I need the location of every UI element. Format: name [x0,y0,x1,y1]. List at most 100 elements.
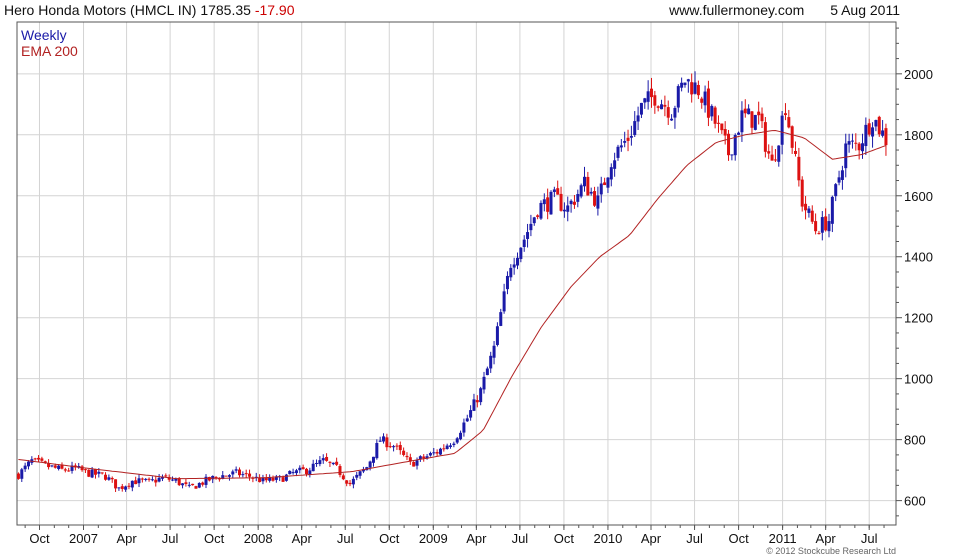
candle-body [241,474,245,476]
candle-body [194,486,198,489]
candle-body [177,478,181,486]
candle-body [740,110,744,133]
candle [26,459,30,470]
candle-body [107,477,111,480]
candle [137,474,141,488]
candle-body [824,216,828,231]
candle-body [415,460,419,466]
candle-body [485,368,489,376]
candle-body [358,471,362,476]
candle [767,144,771,159]
x-tick-label: 2010 [593,531,622,546]
x-tick-label: Apr [116,531,137,546]
x-tick-label: 2007 [69,531,98,546]
candle [150,476,154,482]
candle-body [492,345,496,358]
x-tick-label: Jul [512,531,529,546]
candle-body [398,445,402,451]
candle [298,465,302,474]
candle [589,187,593,196]
candle [790,125,794,154]
x-tick-label: Oct [29,531,50,546]
candle-body [713,107,717,124]
candle-body [750,111,754,128]
x-tick-label: 2008 [244,531,273,546]
candle-body [596,195,600,209]
candle [164,473,168,478]
candle [499,308,503,327]
candle [284,473,288,482]
candle-body [706,88,710,118]
candle [603,177,607,186]
candle [559,186,563,212]
candle [472,393,476,412]
candle [797,147,801,187]
candle [663,95,667,117]
candle [251,476,255,483]
candle [83,468,87,474]
candle [556,180,560,195]
candle [653,90,657,114]
candle-body [516,257,520,266]
grid [17,22,896,525]
candle [881,120,885,138]
candle-body [144,478,148,480]
candle-body [187,484,191,486]
candle [445,443,449,450]
candle-body [844,143,848,169]
candle [104,472,108,481]
candle-body [137,478,141,484]
candle-body [837,177,841,183]
candle [117,487,121,491]
candle [512,257,516,275]
candle [693,71,697,95]
candle [130,480,134,492]
ema-200-line [18,129,887,480]
candle-body [579,185,583,197]
candle [613,152,617,177]
candle-body [181,483,185,486]
candle [355,471,359,481]
candle-body [63,469,67,471]
candle [566,196,570,222]
candle [599,176,603,203]
candle [33,457,37,461]
candle [690,73,694,103]
candle-body [388,446,392,448]
candle-body [184,482,188,484]
candle [562,202,566,218]
candle-body [140,478,144,480]
candle-body [656,106,660,108]
candle-body [639,102,643,115]
candle-body [90,469,94,478]
candle [70,461,74,474]
candle-body [110,477,114,480]
candle-body [341,475,345,480]
candle-body [773,159,777,161]
candle-body [633,121,637,135]
candle [261,474,265,485]
candle-body [760,113,764,122]
candle [241,471,245,478]
candle-body [435,452,439,454]
candle [646,80,650,110]
candle-body [727,133,731,156]
candle-body [509,267,513,278]
candle [884,123,888,156]
candle-body [589,191,593,194]
candle [331,462,335,466]
candle-body [763,122,767,152]
candle [455,436,459,445]
candle-body [636,115,640,122]
candle [264,474,268,483]
candle-body [315,462,319,465]
candle [422,454,426,462]
candle [462,418,466,437]
candle [271,475,275,482]
candle-body [505,275,509,290]
candle [224,475,228,477]
candle [730,154,734,161]
candle-body [482,376,486,390]
candle [569,199,573,213]
candle-body [311,463,315,472]
